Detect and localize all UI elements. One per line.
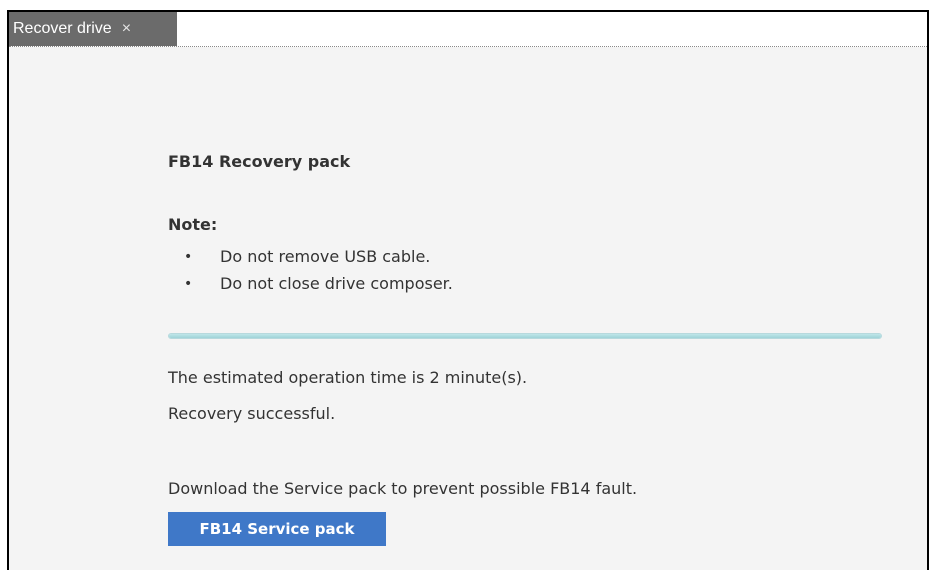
recovery-panel: FB14 Recovery pack Note: • Do not remove… — [9, 47, 927, 570]
recover-drive-window: Recover drive × FB14 Recovery pack Note:… — [7, 10, 929, 570]
note-text: Do not close drive composer. — [220, 274, 453, 293]
note-list: • Do not remove USB cable. • Do not clos… — [182, 245, 453, 299]
progress-bar — [168, 333, 882, 339]
progress-fill — [169, 334, 881, 338]
close-icon[interactable]: × — [122, 20, 131, 38]
tab-bar: Recover drive × — [9, 12, 927, 47]
bullet-icon: • — [184, 249, 193, 265]
service-pack-button[interactable]: FB14 Service pack — [168, 512, 386, 546]
tab-recover-drive[interactable]: Recover drive × — [9, 12, 177, 46]
note-label: Note: — [168, 215, 218, 234]
status-text: Recovery successful. — [168, 404, 336, 423]
list-item: • Do not remove USB cable. — [182, 245, 453, 272]
estimate-text: The estimated operation time is 2 minute… — [168, 368, 528, 387]
download-text: Download the Service pack to prevent pos… — [168, 479, 638, 498]
bullet-icon: • — [184, 276, 193, 292]
page-title: FB14 Recovery pack — [168, 152, 351, 171]
note-text: Do not remove USB cable. — [220, 247, 431, 266]
tab-label: Recover drive — [13, 20, 112, 37]
list-item: • Do not close drive composer. — [182, 272, 453, 299]
